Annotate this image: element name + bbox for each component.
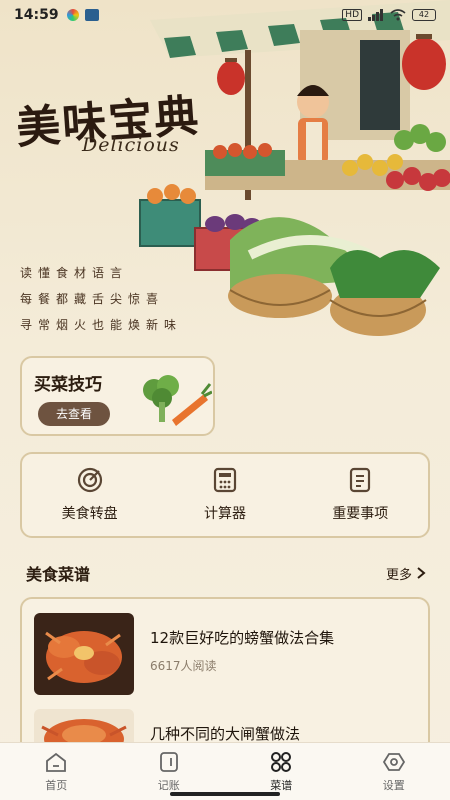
wifi-icon <box>390 9 406 21</box>
slogan-line-1: 读懂食材语言 <box>20 266 129 280</box>
status-time: 14:59 <box>14 7 59 23</box>
nav-label-home: 首页 <box>45 778 68 792</box>
notes-icon <box>350 467 371 493</box>
recipe-title: 12款巨好吃的螃蟹做法合集 <box>150 629 335 647</box>
home-icon <box>46 752 67 772</box>
calculator-icon <box>213 467 237 493</box>
slogan-line-3: 寻常烟火也能焕新味 <box>20 318 183 332</box>
recipes-section-header: 美食菜谱 更多 <box>26 561 426 585</box>
nav-item-settings[interactable]: 设置 <box>354 751 434 793</box>
tool-important-items[interactable]: 重要事项 <box>300 467 420 523</box>
recipe-grid-icon <box>271 751 292 772</box>
tool-food-wheel-label: 美食转盘 <box>61 506 118 522</box>
status-bar: 14:59 HD 42 <box>0 0 450 30</box>
slogan-line-2: 每餐都藏舌尖惊喜 <box>20 292 165 306</box>
chevron-right-icon <box>417 567 426 579</box>
vegetable-icon <box>143 375 212 426</box>
tool-important-items-label: 重要事项 <box>332 506 389 522</box>
network-badge: HD <box>342 9 362 21</box>
recipe-read-count: 6617人阅读 <box>150 659 217 673</box>
recipes-section-title: 美食菜谱 <box>26 565 91 584</box>
view-tips-button[interactable]: 去查看 <box>38 402 110 426</box>
wheel-icon <box>77 467 102 493</box>
app-screen: 14:59 HD 42 美味宝典 Delicious 读懂食材语言 每餐都藏舌尖… <box>0 0 450 800</box>
app-notification-icon <box>66 9 79 21</box>
nav-item-home[interactable]: 首页 <box>16 751 96 793</box>
home-indicator[interactable] <box>170 792 280 796</box>
recipe-thumbnail <box>34 613 134 695</box>
more-label: 更多 <box>385 567 412 583</box>
buying-tips-card[interactable]: 买菜技巧 去查看 <box>20 356 215 436</box>
recipe-item[interactable]: 12款巨好吃的螃蟹做法合集 6617人阅读 <box>34 613 420 697</box>
signal-icon <box>368 9 383 21</box>
nav-label-recipes: 菜谱 <box>270 778 293 792</box>
battery-indicator: 42 <box>412 9 436 21</box>
tool-food-wheel[interactable]: 美食转盘 <box>30 467 150 523</box>
tools-card: 美食转盘 计算器 重要事项 <box>20 452 430 538</box>
settings-icon <box>382 752 405 771</box>
nav-item-ledger[interactable]: 记账 <box>129 751 209 793</box>
ledger-icon <box>159 751 178 772</box>
tool-calculator-label: 计算器 <box>203 506 246 522</box>
nav-item-recipes[interactable]: 菜谱 <box>241 751 321 793</box>
nav-label-settings: 设置 <box>382 778 405 792</box>
nav-label-ledger: 记账 <box>157 778 180 792</box>
tool-calculator[interactable]: 计算器 <box>165 467 285 523</box>
more-recipes-link[interactable]: 更多 <box>386 564 426 583</box>
recipe-title: 几种不同的大闸蟹做法 <box>150 725 301 743</box>
buying-tips-title: 买菜技巧 <box>34 375 102 395</box>
app-subtitle: Delicious <box>82 134 180 156</box>
message-notification-icon <box>84 9 99 21</box>
